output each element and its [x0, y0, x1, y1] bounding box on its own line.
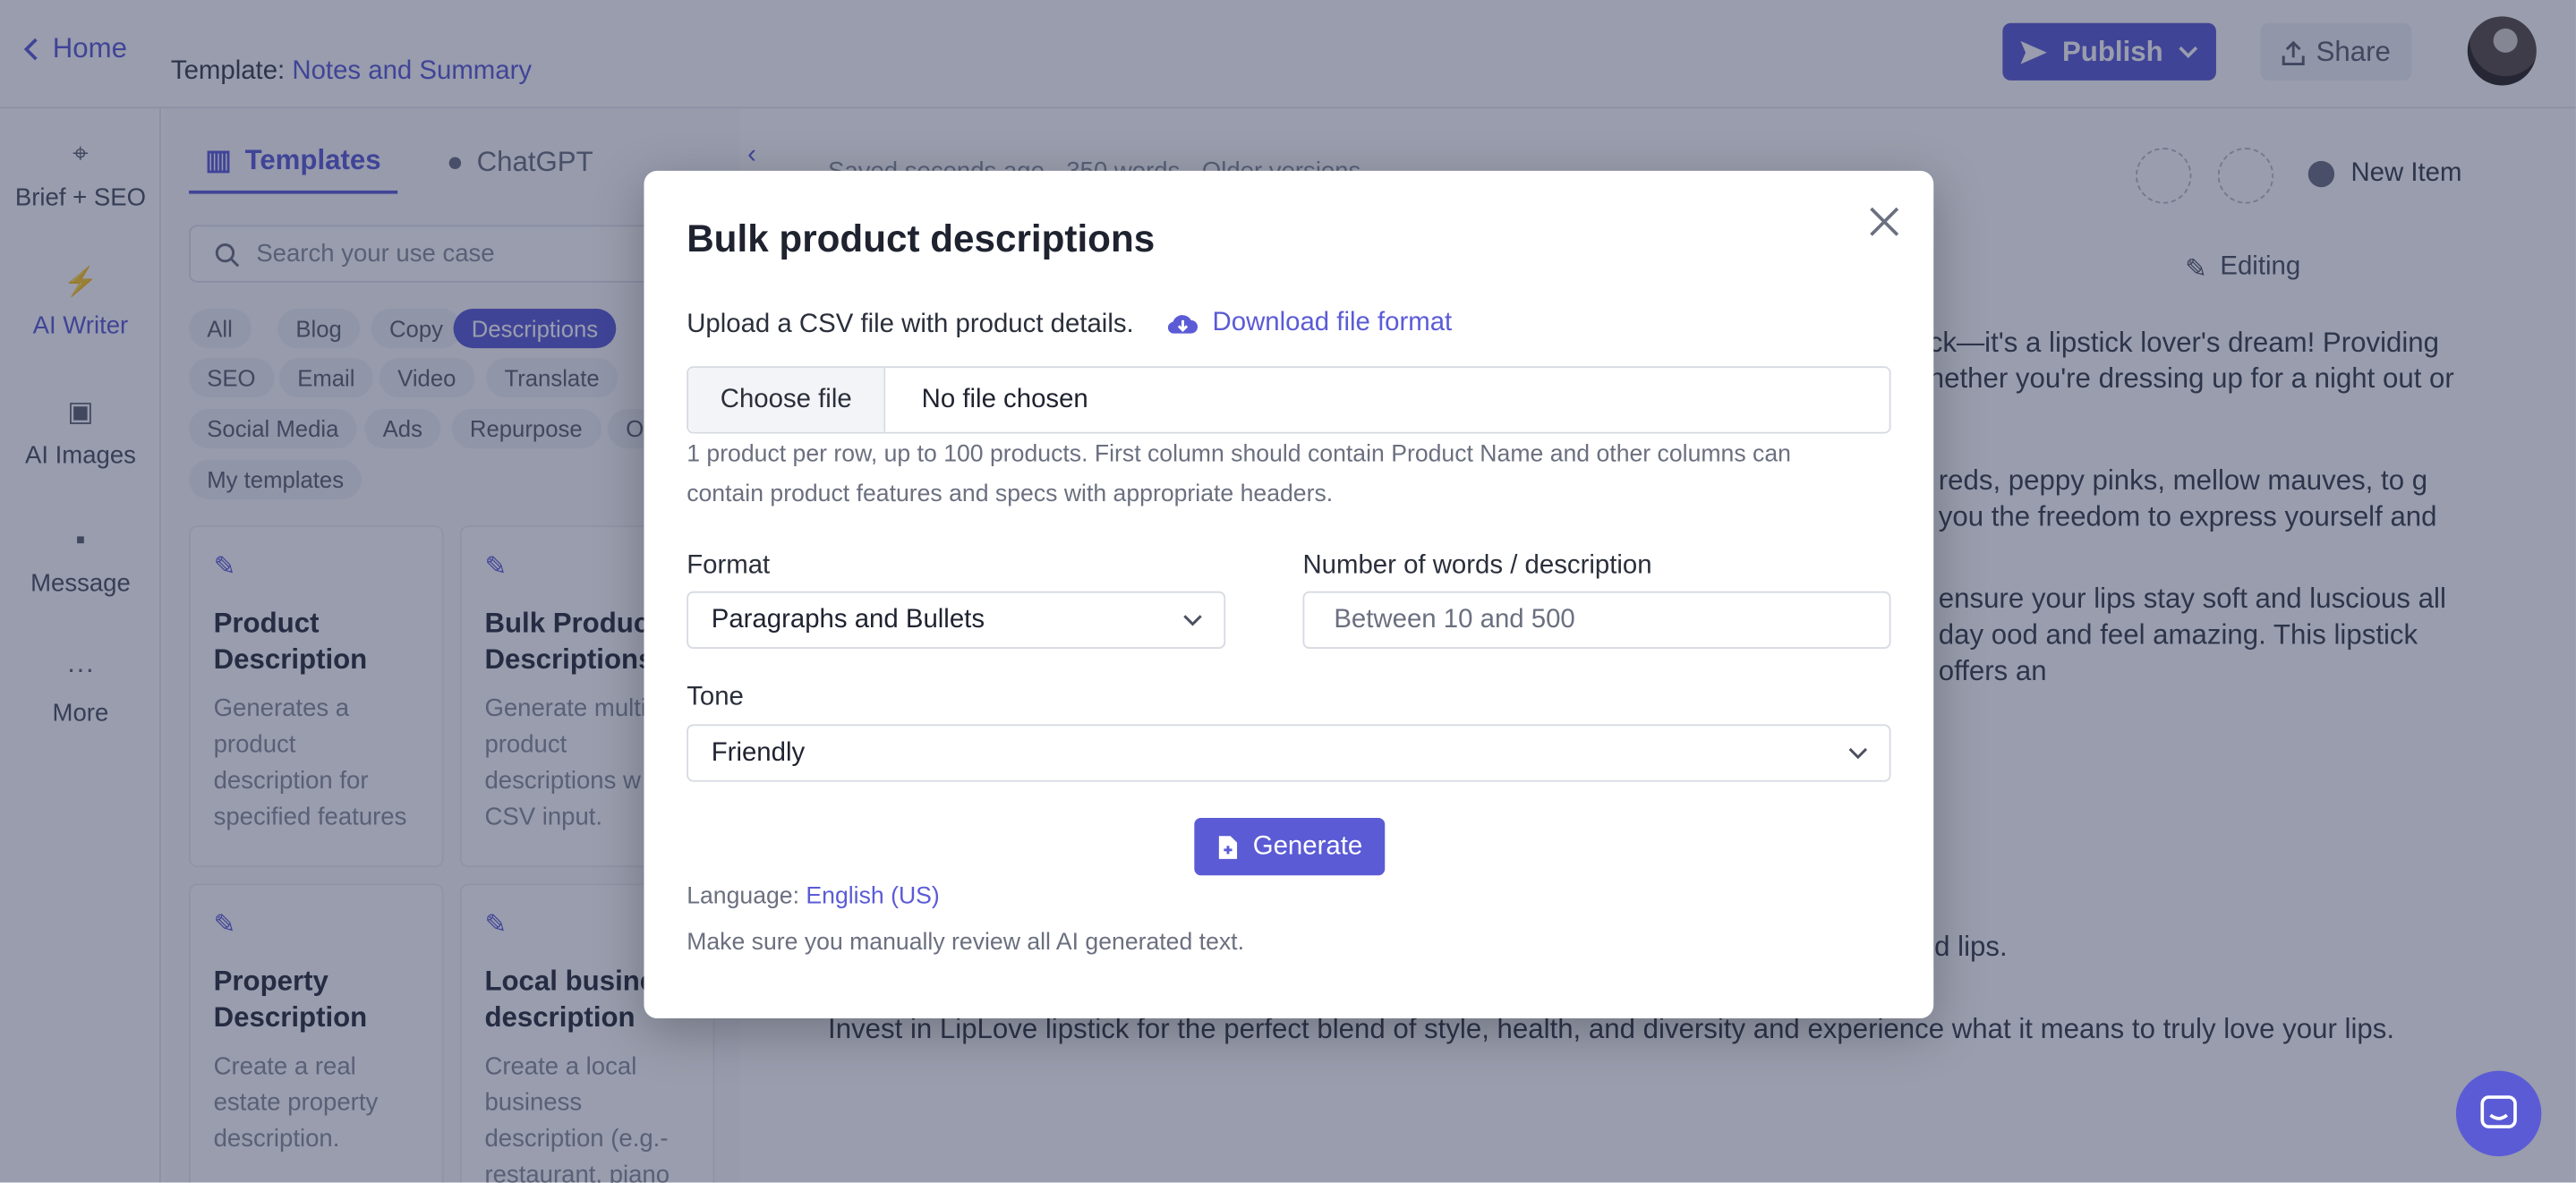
upload-label: Upload a CSV file with product details.	[687, 310, 1134, 339]
tone-select[interactable]: Friendly	[687, 724, 1891, 782]
modal-title: Bulk product descriptions	[687, 217, 1156, 260]
words-label: Number of words / description	[1302, 551, 1652, 580]
download-format-link[interactable]: Download file format	[1166, 309, 1452, 338]
tone-label: Tone	[687, 683, 744, 711]
cloud-download-icon	[1167, 315, 1198, 334]
tone-value: Friendly	[711, 738, 806, 767]
chevron-down-icon	[1848, 747, 1868, 760]
modal-layer: Bulk product descriptions Upload a CSV f…	[0, 0, 2576, 1182]
download-label: Download file format	[1212, 309, 1453, 337]
csv-file-input[interactable]: Choose file No file chosen	[687, 366, 1891, 434]
chevron-down-icon	[1183, 615, 1202, 626]
bulk-descriptions-modal: Bulk product descriptions Upload a CSV f…	[644, 170, 1934, 1018]
format-select[interactable]: Paragraphs and Bullets	[687, 591, 1226, 649]
choose-file-button[interactable]: Choose file	[688, 368, 886, 432]
file-help-text: 1 product per row, up to 100 products. F…	[687, 441, 1791, 508]
language-prefix: Language:	[687, 883, 800, 910]
format-label: Format	[687, 551, 771, 580]
review-note: Make sure you manually review all AI gen…	[687, 929, 1244, 957]
close-icon[interactable]	[1866, 204, 1902, 240]
generate-label: Generate	[1252, 831, 1363, 860]
language-select-link[interactable]: English (US)	[806, 883, 939, 909]
no-file-chosen-text: No file chosen	[921, 385, 1088, 413]
language-info: Language: English (US)	[687, 883, 940, 909]
document-sparkle-icon	[1218, 835, 1237, 858]
words-per-description-input[interactable]: Between 10 and 500	[1302, 591, 1891, 649]
words-placeholder: Between 10 and 500	[1334, 605, 1575, 634]
format-value: Paragraphs and Bullets	[711, 605, 985, 634]
generate-button[interactable]: Generate	[1194, 818, 1386, 876]
